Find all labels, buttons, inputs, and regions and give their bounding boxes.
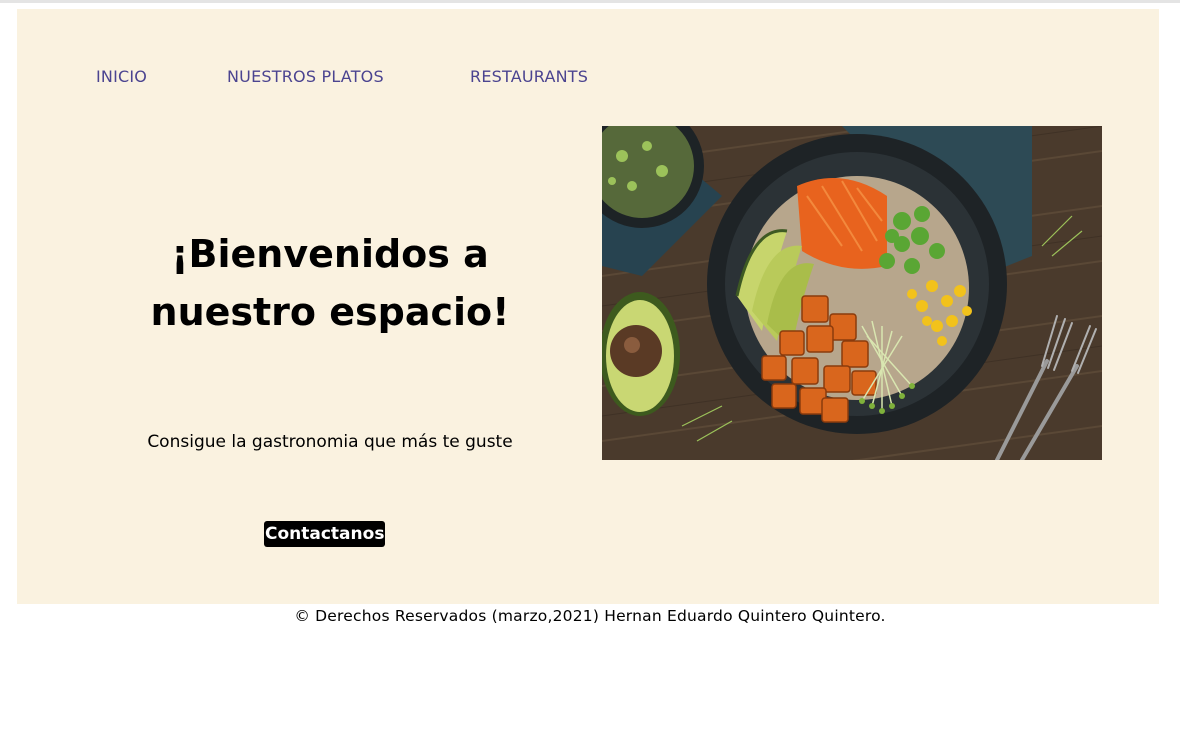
nav-link-inicio[interactable]: INICIO: [96, 67, 147, 86]
contact-button[interactable]: Contactanos: [264, 521, 386, 547]
nav-link-nuestros-platos[interactable]: NUESTROS PLATOS: [227, 67, 384, 86]
hero-subtitle: Consigue la gastronomia que más te guste: [147, 432, 513, 452]
hero-title: ¡Bienvenidos a nuestro espacio!: [150, 232, 510, 334]
nav-link-restaurants[interactable]: RESTAURANTS: [470, 67, 588, 86]
food-bowl-image: [602, 126, 1102, 460]
top-divider: [0, 0, 1180, 3]
hero-panel: INICIO NUESTROS PLATOS RESTAURANTS ¡Bien…: [17, 9, 1159, 604]
copyright-footer: © Derechos Reservados (marzo,2021) Herna…: [294, 607, 886, 625]
